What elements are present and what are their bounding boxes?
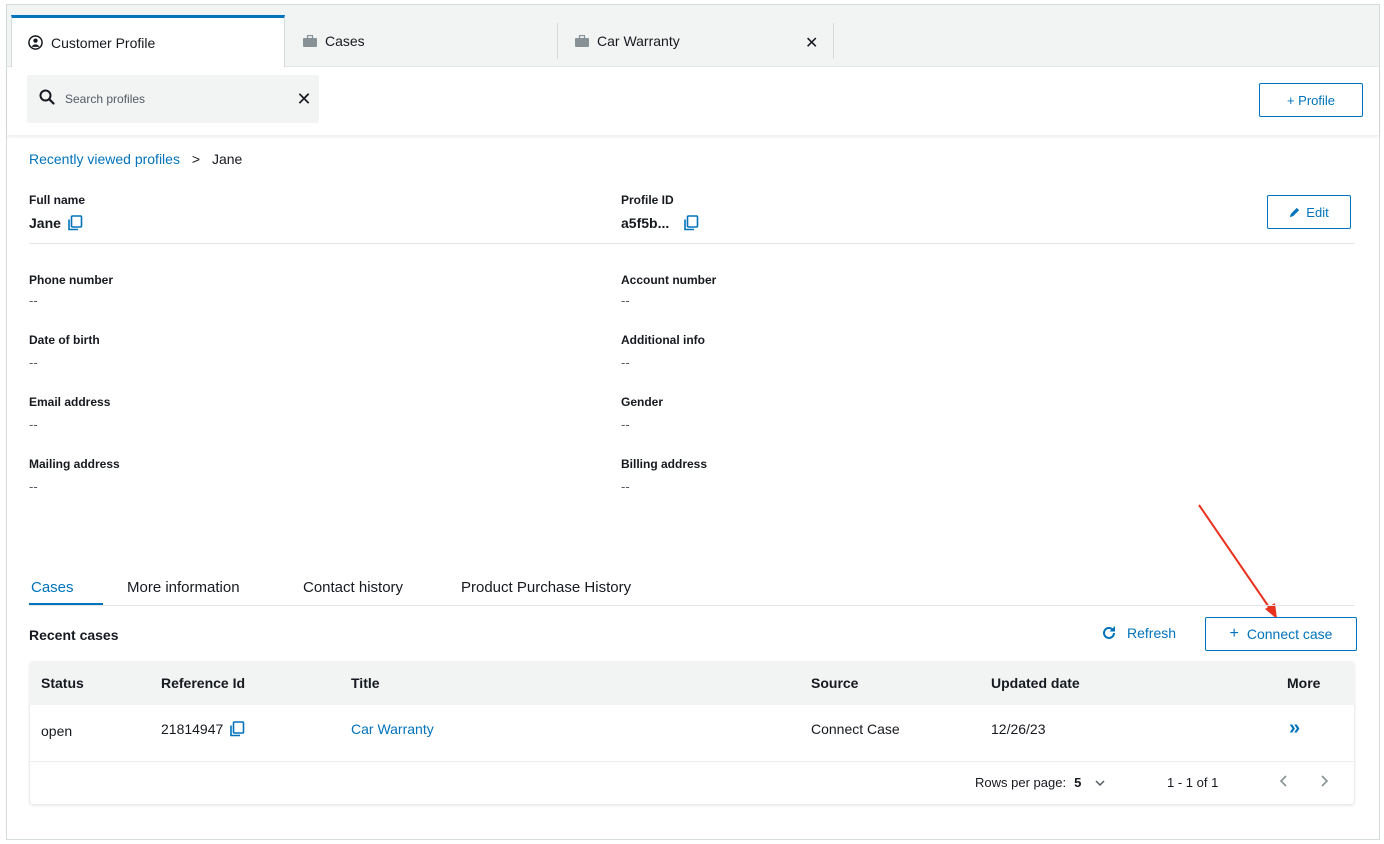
subtab-cases[interactable]: Cases — [31, 579, 74, 596]
more-chevron-icon[interactable]: » — [1289, 717, 1300, 740]
copy-icon[interactable] — [229, 721, 245, 737]
date-of-birth-label: Date of birth — [29, 333, 100, 347]
briefcase-icon — [575, 35, 589, 47]
user-circle-icon — [28, 35, 43, 50]
tab-bar: Customer Profile Cases Car Warranty ✕ — [7, 5, 1379, 67]
mailing-address-label: Mailing address — [29, 457, 120, 471]
add-profile-button[interactable]: + Profile — [1259, 83, 1363, 117]
refresh-button[interactable]: Refresh — [1101, 625, 1176, 641]
tab-divider — [833, 23, 834, 59]
section-divider — [29, 243, 1355, 244]
edit-label: Edit — [1306, 204, 1329, 220]
full-name-value: Jane — [29, 215, 83, 231]
search-bar: Search profiles ✕ + Profile — [7, 67, 1379, 135]
subtab-contact-history[interactable]: Contact history — [303, 579, 403, 596]
briefcase-icon — [303, 35, 317, 47]
date-of-birth-value: -- — [29, 355, 38, 370]
row-divider — [29, 761, 1355, 762]
rows-per-page-label: Rows per page: — [975, 775, 1067, 790]
tab-car-warranty[interactable]: Car Warranty — [575, 15, 680, 67]
case-status: open — [41, 723, 73, 739]
tab-label: Cases — [325, 33, 365, 49]
full-name-text: Jane — [29, 215, 61, 231]
column-reference-id[interactable]: Reference Id — [161, 675, 245, 691]
gender-value: -- — [621, 417, 630, 432]
previous-page-icon[interactable] — [1279, 775, 1287, 787]
full-name-label: Full name — [29, 193, 86, 207]
pencil-icon — [1289, 207, 1300, 218]
tab-label: Customer Profile — [51, 34, 156, 51]
case-source: Connect Case — [811, 721, 900, 737]
recent-cases-title: Recent cases — [29, 627, 119, 643]
billing-address-value: -- — [621, 479, 630, 494]
email-address-label: Email address — [29, 395, 111, 409]
page-range: 1 - 1 of 1 — [1167, 775, 1219, 790]
tab-label: Car Warranty — [597, 33, 680, 49]
reference-id-text: 21814947 — [161, 721, 224, 737]
column-more: More — [1287, 675, 1321, 691]
column-status[interactable]: Status — [41, 675, 84, 691]
close-tab-icon[interactable]: ✕ — [805, 33, 818, 53]
phone-number-value: -- — [29, 293, 38, 308]
subtab-more-information[interactable]: More information — [127, 579, 240, 596]
email-address-value: -- — [29, 417, 38, 432]
chevron-down-icon[interactable] — [1095, 775, 1105, 790]
account-number-label: Account number — [621, 273, 717, 287]
connect-case-label: Connect case — [1246, 626, 1333, 642]
search-input[interactable]: Search profiles ✕ — [27, 75, 319, 123]
breadcrumb-separator: > — [191, 151, 201, 167]
breadcrumb-recent-profiles[interactable]: Recently viewed profiles — [29, 151, 180, 167]
rows-per-page: Rows per page: 5 — [975, 775, 1105, 790]
copy-icon[interactable] — [67, 215, 83, 231]
case-title-link[interactable]: Car Warranty — [351, 721, 434, 737]
phone-number-label: Phone number — [29, 273, 114, 287]
search-icon — [39, 89, 55, 110]
breadcrumb-current: Jane — [211, 151, 243, 167]
app-frame: Customer Profile Cases Car Warranty ✕ Se… — [6, 4, 1380, 840]
column-title[interactable]: Title — [351, 675, 380, 691]
refresh-label: Refresh — [1127, 625, 1177, 641]
subtab-product-purchase-history[interactable]: Product Purchase History — [461, 579, 631, 596]
plus-icon: + — [1229, 625, 1239, 642]
profile-id-text: a5f5b... — [621, 215, 670, 231]
search-placeholder: Search profiles — [65, 92, 146, 106]
mailing-address-value: -- — [29, 479, 38, 494]
additional-info-label: Additional info — [621, 333, 705, 347]
additional-info-value: -- — [621, 355, 630, 370]
edit-button[interactable]: Edit — [1267, 195, 1351, 229]
billing-address-label: Billing address — [621, 457, 708, 471]
tab-customer-profile[interactable]: Customer Profile — [11, 15, 285, 67]
subtab-divider — [29, 605, 1355, 606]
clear-search-icon[interactable]: ✕ — [289, 89, 319, 110]
refresh-icon — [1101, 625, 1117, 641]
profile-id-value: a5f5b... — [621, 215, 699, 231]
account-number-value: -- — [621, 293, 630, 308]
rows-per-page-select[interactable]: 5 — [1074, 775, 1081, 790]
gender-label: Gender — [621, 395, 664, 409]
annotation-arrow — [1198, 504, 1277, 619]
tab-divider — [557, 23, 558, 59]
case-reference-id: 21814947 — [161, 721, 245, 737]
connect-case-button[interactable]: + Connect case — [1205, 617, 1357, 651]
next-page-icon[interactable] — [1321, 775, 1329, 787]
breadcrumb: Recently viewed profiles > Jane — [29, 151, 242, 167]
tab-cases[interactable]: Cases — [303, 15, 365, 67]
column-updated-date[interactable]: Updated date — [991, 675, 1080, 691]
column-source[interactable]: Source — [811, 675, 858, 691]
copy-icon[interactable] — [683, 215, 699, 231]
case-updated-date: 12/26/23 — [991, 721, 1046, 737]
profile-id-label: Profile ID — [621, 193, 674, 207]
